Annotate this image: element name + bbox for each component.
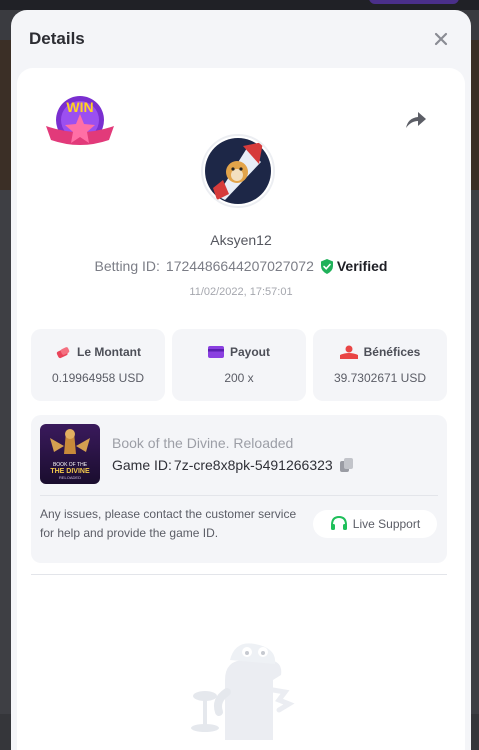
verified-label: Verified [336, 258, 388, 274]
details-modal: Details WIN Aksyen12 Betting ID: 1724486… [11, 10, 471, 750]
stat-header: Payout [207, 345, 270, 359]
live-support-label: Live Support [352, 517, 421, 531]
copy-icon[interactable] [339, 457, 355, 473]
game-cover-icon: BOOK OF THE THE DIVINE RELOADED [40, 424, 100, 484]
username: Aksyen12 [210, 232, 272, 248]
betting-id-label: Betting ID: [94, 258, 160, 274]
profit-icon [339, 345, 358, 359]
bet-timestamp: 11/02/2022, 17:57:01 [189, 286, 293, 298]
game-id-row: Game ID: 7z-cre8x8pk-5491266323 [112, 457, 355, 473]
win-badge-icon: WIN [46, 96, 114, 145]
game-id-value: 7z-cre8x8pk-5491266323 [173, 457, 333, 473]
stat-value: 39.7302671 USD [333, 371, 427, 385]
bet-stats: Le Montant 0.19964958 USD Payout 200 x B… [31, 329, 447, 401]
help-text: Any issues, please contact the customer … [40, 507, 297, 540]
rocket-dog-avatar-icon [205, 138, 271, 204]
game-thumbnail[interactable]: BOOK OF THE THE DIVINE RELOADED [40, 424, 100, 484]
win-badge-text: WIN [66, 99, 93, 115]
close-icon [434, 32, 448, 46]
shield-check-icon [320, 258, 333, 274]
stat-label: Bénéfices [363, 345, 421, 359]
stat-card-profit: Bénéfices 39.7302671 USD [313, 329, 447, 401]
betting-id-value: 1724486644207027072 [165, 258, 314, 274]
game-id-label: Game ID: [112, 457, 172, 473]
game-name[interactable]: Book of the Divine. Reloaded [112, 435, 293, 451]
bet-details-panel: WIN Aksyen12 Betting ID: 172448664420702… [17, 68, 465, 750]
stat-header: Bénéfices [339, 345, 421, 359]
close-button[interactable] [429, 27, 453, 51]
section-divider [31, 574, 447, 575]
stat-label: Le Montant [77, 345, 141, 359]
crocodile-mascot-icon [191, 643, 295, 740]
coins-icon [56, 347, 70, 359]
share-icon[interactable] [402, 108, 428, 132]
stat-card-amount: Le Montant 0.19964958 USD [31, 329, 165, 401]
avatar [201, 134, 275, 208]
game-info-card: BOOK OF THE THE DIVINE RELOADED Book of … [31, 415, 447, 563]
game-cover-subtitle: THE DIVINE [50, 468, 90, 475]
game-cover-tagline: RELOADED [59, 475, 81, 480]
stat-header: Le Montant [55, 345, 141, 359]
stat-label: Payout [229, 345, 270, 359]
divider [40, 495, 438, 496]
stat-value: 0.19964958 USD [51, 371, 145, 385]
stat-card-payout: Payout 200 x [172, 329, 306, 401]
live-support-button[interactable]: Live Support [313, 510, 437, 538]
card-icon [207, 346, 224, 358]
background-button [369, 0, 459, 4]
verified-badge: Verified [320, 258, 388, 274]
modal-header: Details [11, 10, 471, 68]
betting-id-row: Betting ID: 1724486644207027072 Verified [17, 258, 465, 274]
stat-value: 200 x [224, 371, 254, 385]
modal-title: Details [29, 29, 85, 48]
headset-icon [330, 516, 347, 530]
